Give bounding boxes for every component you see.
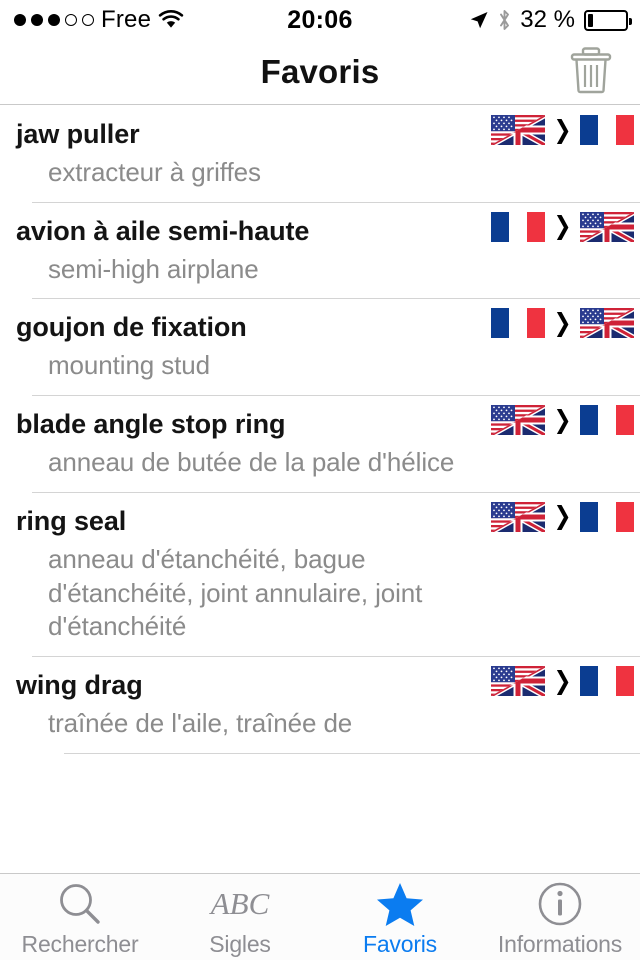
entry-term: ring seal	[16, 505, 127, 536]
list-item[interactable]: jaw puller extracteur à griffes ❯	[0, 105, 640, 202]
list-item[interactable]: ring seal anneau d'étanchéité, bague d'ét…	[0, 491, 640, 657]
search-icon	[57, 881, 103, 927]
us-uk-flag-icon	[491, 115, 545, 145]
entry-term: avion à aile semi-haute	[16, 215, 310, 246]
app-screen: Free 20:06 32 % Favoris jaw puller extra…	[0, 0, 640, 960]
star-icon	[377, 881, 423, 927]
direction-arrow-icon: ❯	[553, 212, 572, 241]
entry-term: blade angle stop ring	[16, 409, 286, 440]
fr-flag-icon	[580, 115, 634, 145]
tab-sigles[interactable]: ABC Sigles	[160, 874, 320, 960]
direction-arrow-icon: ❯	[553, 502, 572, 531]
entry-translation: traînée de l'aile, traînée de	[48, 708, 353, 739]
page-title: Favoris	[260, 53, 380, 90]
language-direction-indicator: ❯	[491, 115, 634, 145]
list-item[interactable]: blade angle stop ring anneau de butée de …	[0, 395, 640, 492]
us-uk-flag-icon	[580, 212, 634, 242]
direction-arrow-icon: ❯	[553, 115, 572, 144]
language-direction-indicator: ❯	[491, 502, 634, 532]
bluetooth-icon	[498, 9, 511, 31]
language-direction-indicator: ❯	[491, 405, 634, 435]
entry-translation: semi-high airplane	[48, 253, 259, 284]
direction-arrow-icon: ❯	[553, 666, 572, 695]
tab-bar[interactable]: Rechercher ABC Sigles Favoris Informations	[0, 873, 640, 960]
language-direction-indicator: ❯	[491, 666, 634, 696]
entry-term: goujon de fixation	[16, 312, 247, 343]
favorites-list[interactable]: jaw puller extracteur à griffes ❯ avion à a…	[0, 105, 640, 873]
navigation-bar: Favoris	[0, 40, 640, 105]
tab-favoris[interactable]: Favoris	[320, 874, 480, 960]
fr-flag-icon	[580, 502, 634, 532]
battery-percent-label: 32 %	[520, 6, 575, 33]
us-uk-flag-icon	[491, 405, 545, 435]
direction-arrow-icon: ❯	[553, 405, 572, 434]
entry-translation: extracteur à griffes	[48, 156, 261, 187]
tab-rechercher[interactable]: Rechercher	[0, 874, 160, 960]
entry-translation: anneau de butée de la pale d'hélice	[48, 447, 455, 478]
us-uk-flag-icon	[580, 308, 634, 338]
fr-flag-icon	[491, 308, 545, 338]
us-uk-flag-icon	[491, 666, 545, 696]
entry-term: wing drag	[16, 670, 143, 701]
fr-flag-icon	[491, 212, 545, 242]
list-separator	[64, 753, 640, 754]
direction-arrow-icon: ❯	[553, 308, 572, 337]
status-bar: Free 20:06 32 %	[0, 0, 640, 40]
fr-flag-icon	[580, 666, 634, 696]
tab-label: Informations	[497, 930, 623, 957]
list-item[interactable]: wing drag traînée de l'aile, traînée de ❯	[0, 656, 640, 753]
language-direction-indicator: ❯	[491, 308, 634, 338]
list-item[interactable]: goujon de fixation mounting stud ❯	[0, 298, 640, 396]
battery-icon	[584, 9, 632, 31]
entry-term: jaw puller	[16, 119, 140, 149]
status-bar-right: 32 %	[469, 0, 632, 40]
location-arrow-icon	[469, 10, 489, 30]
clock-label: 20:06	[287, 5, 353, 34]
info-circle-icon	[537, 881, 583, 927]
language-direction-indicator: ❯	[491, 212, 634, 242]
tab-label: Rechercher	[21, 930, 139, 957]
trash-icon	[568, 46, 614, 99]
delete-all-button[interactable]	[564, 45, 618, 99]
abc-icon: ABC	[211, 881, 270, 927]
tab-label: Sigles	[209, 930, 271, 957]
tab-informations[interactable]: Informations	[480, 874, 640, 960]
entry-translation: mounting stud	[48, 350, 211, 381]
fr-flag-icon	[580, 405, 634, 435]
abc-icon-text: ABC	[210, 885, 270, 921]
us-uk-flag-icon	[491, 502, 545, 532]
tab-label: Favoris	[362, 930, 437, 957]
list-item[interactable]: avion à aile semi-haute semi-high airplan…	[0, 201, 640, 299]
entry-translation: anneau d'étanchéité, bague d'étanchéité,…	[48, 543, 423, 642]
